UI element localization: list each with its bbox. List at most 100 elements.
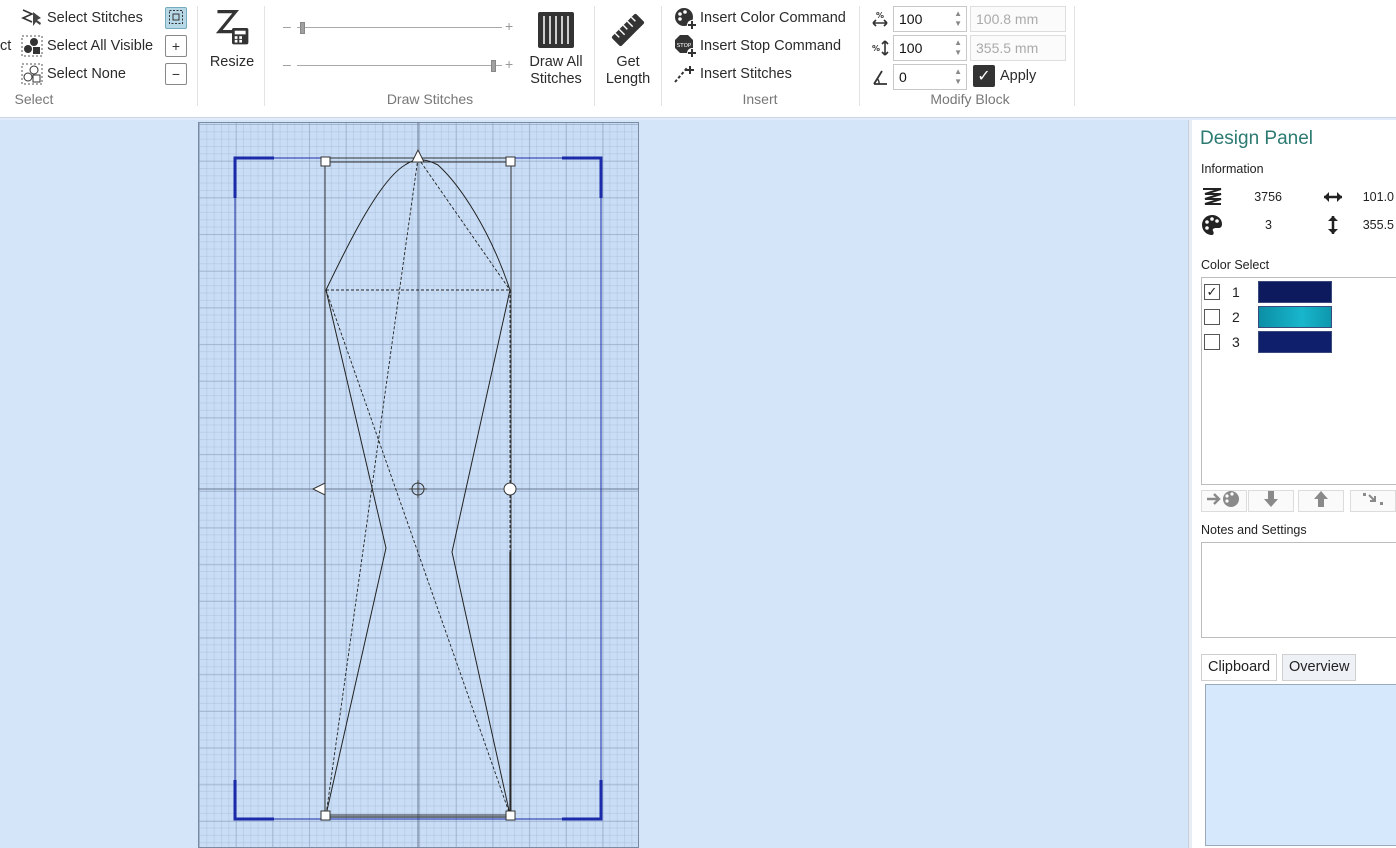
height-mm-field: 355.5 mm [970, 35, 1066, 61]
palette-plus-icon [673, 6, 697, 30]
ruler-icon [608, 10, 648, 50]
draw-all-label-2: Stitches [530, 71, 582, 87]
insert-color-command-button[interactable]: Insert Color Command [673, 6, 846, 30]
color-swatch[interactable] [1258, 281, 1332, 303]
svg-text:STOP: STOP [677, 43, 692, 49]
color-row[interactable]: ✓ 1 [1202, 280, 1332, 304]
slider-end-plus: + [505, 56, 514, 72]
resize-button[interactable]: Resize [206, 8, 258, 71]
start-stitch-slider[interactable] [297, 20, 502, 36]
end-stitch-slider[interactable] [297, 58, 502, 74]
resize-label: Resize [209, 54, 255, 70]
modify-block-group-label: Modify Block [930, 91, 1010, 107]
tab-clipboard[interactable]: Clipboard [1201, 654, 1278, 681]
slider-start-plus: + [505, 18, 514, 34]
width-arrow-icon [1322, 186, 1344, 208]
height-percent-input[interactable]: 100 ▲ ▼ [893, 35, 967, 61]
apply-button[interactable]: ✓ Apply [973, 65, 1036, 87]
center-crosshair-icon[interactable] [409, 480, 427, 498]
select-stitches-label: Select Stitches [47, 10, 143, 26]
tab-overview[interactable]: Overview [1282, 654, 1357, 681]
arrow-up-icon [1312, 490, 1330, 513]
select-partial-label: ct [0, 38, 12, 54]
panel-title: Design Panel [1200, 128, 1314, 149]
color-row[interactable]: 3 [1202, 330, 1332, 354]
stop-plus-icon: STOP [673, 34, 697, 58]
angle-input[interactable]: 0 ▲ ▼ [893, 64, 967, 90]
separator [264, 6, 265, 106]
palette-icon [1201, 214, 1223, 236]
get-length-button[interactable]: Get Length [600, 10, 656, 88]
spin-arrows-icon[interactable]: ▲ ▼ [954, 38, 962, 58]
svg-text:%: % [876, 11, 884, 20]
stitch-right-side [451, 289, 511, 816]
width-mm-field: 100.8 mm [970, 6, 1066, 32]
apply-color-button[interactable] [1201, 490, 1247, 512]
select-stitches-button[interactable]: Select Stitches [20, 6, 143, 30]
color-select-label: Color Select [1201, 258, 1270, 272]
insert-color-command-label: Insert Color Command [700, 10, 846, 26]
box-select-icon [168, 9, 184, 28]
collapse-colors-button[interactable] [1350, 490, 1396, 512]
color-number: 3 [1232, 334, 1240, 350]
add-to-selection-button[interactable]: + [165, 35, 187, 57]
draw-all-label-1: Draw All [529, 54, 583, 70]
box-select-button[interactable] [165, 7, 187, 29]
insert-stitches-button[interactable]: Insert Stitches [673, 62, 792, 86]
left-arrow-handle[interactable] [311, 482, 326, 496]
checkmark-icon: ✓ [973, 65, 995, 87]
width-value: 101.0 [1362, 190, 1394, 204]
select-none-icon [20, 62, 44, 86]
stitch-left-side [325, 289, 387, 816]
color-number: 2 [1232, 309, 1240, 325]
width-percent-input[interactable]: 100 ▲ ▼ [893, 6, 967, 32]
select-none-label: Select None [47, 66, 126, 82]
rotate-handle[interactable] [503, 482, 517, 496]
move-color-up-button[interactable] [1298, 490, 1344, 512]
color-number: 1 [1232, 284, 1240, 300]
height-mm-value: 355.5 mm [976, 40, 1039, 56]
select-all-visible-icon [20, 34, 44, 58]
separator [197, 6, 198, 106]
tab-clipboard-label: Clipboard [1208, 659, 1271, 675]
insert-stop-command-button[interactable]: STOP Insert Stop Command [673, 34, 841, 58]
select-none-button[interactable]: Select None [20, 62, 126, 86]
height-percent-value: 100 [899, 40, 923, 56]
color-count-value: 3 [1265, 218, 1272, 232]
select-group-label: Select [14, 91, 54, 107]
notes-textarea[interactable] [1201, 542, 1396, 638]
color-checkbox-checked[interactable]: ✓ [1204, 284, 1220, 300]
resize-icon [212, 8, 252, 48]
color-select-list[interactable]: ✓ 1 2 3 [1201, 277, 1396, 485]
color-row[interactable]: 2 [1202, 305, 1332, 329]
insert-stitches-label: Insert Stitches [700, 66, 792, 82]
spin-arrows-icon[interactable]: ▲ ▼ [954, 67, 962, 87]
design-panel: Design Panel Information 3756 101.0 3 35… [1192, 120, 1396, 848]
insert-group-label: Insert [742, 91, 778, 107]
information-label: Information [1201, 162, 1264, 176]
insert-stop-command-label: Insert Stop Command [700, 38, 842, 54]
clipboard-area[interactable] [1205, 684, 1396, 846]
arrow-down-icon [1262, 490, 1280, 513]
color-swatch[interactable] [1258, 306, 1332, 328]
draw-all-stitches-button[interactable]: Draw All Stitches [524, 10, 588, 88]
scale-width-icon: % [871, 10, 889, 31]
select-all-visible-button[interactable]: Select All Visible [20, 34, 153, 58]
collapse-icon [1361, 491, 1385, 512]
color-swatch[interactable] [1258, 331, 1332, 353]
separator [661, 6, 662, 106]
width-mm-value: 100.8 mm [976, 11, 1039, 27]
top-arrow-handle[interactable] [411, 148, 425, 163]
separator [1074, 6, 1075, 106]
move-color-down-button[interactable] [1248, 490, 1294, 512]
get-length-label-2: Length [605, 71, 651, 87]
slider-start-minus: – [283, 18, 291, 34]
design-canvas[interactable] [0, 120, 1188, 848]
color-checkbox[interactable] [1204, 334, 1220, 350]
scale-height-icon: % [871, 39, 889, 60]
spin-arrows-icon[interactable]: ▲ ▼ [954, 9, 962, 29]
color-checkbox[interactable] [1204, 309, 1220, 325]
subtract-selection-button[interactable]: − [165, 63, 187, 85]
select-all-visible-label: Select All Visible [47, 38, 154, 54]
design-drawing[interactable] [0, 120, 1188, 848]
